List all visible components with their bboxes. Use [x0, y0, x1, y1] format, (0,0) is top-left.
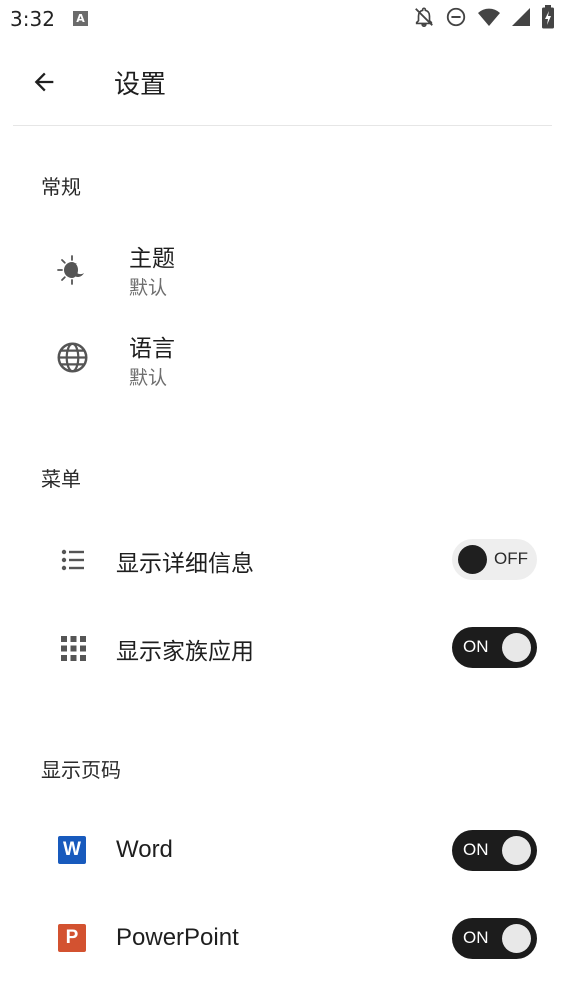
toggle-label: ON [463, 928, 489, 947]
setting-word: W Word ON [0, 820, 565, 880]
setting-theme[interactable]: 主题 默认 [0, 228, 565, 306]
apps-grid-icon [58, 633, 88, 663]
app-bar-divider [13, 125, 552, 126]
toggle-knob [458, 545, 487, 574]
setting-powerpoint: P PowerPoint ON [0, 908, 565, 968]
wifi-icon [477, 6, 501, 32]
word-title: Word [116, 836, 173, 863]
section-header-general: 常规 [41, 175, 81, 199]
language-title: 语言 [129, 336, 175, 362]
notification-a-icon: A [73, 11, 88, 26]
show-details-title: 显示详细信息 [116, 551, 254, 577]
globe-icon [54, 339, 90, 375]
theme-icon [54, 252, 90, 288]
app-bar: 设置 [0, 40, 565, 126]
status-icons [413, 5, 555, 33]
show-family-apps-toggle[interactable]: ON [452, 627, 537, 668]
show-details-toggle[interactable]: OFF [452, 539, 537, 580]
setting-language[interactable]: 语言 默认 [0, 318, 565, 396]
theme-title: 主题 [129, 246, 175, 272]
toggle-label: ON [463, 840, 489, 859]
word-page-number-toggle[interactable]: ON [452, 830, 537, 871]
back-button[interactable] [22, 60, 66, 104]
show-family-apps-title: 显示家族应用 [116, 639, 254, 665]
toggle-label: OFF [494, 549, 528, 568]
status-time: 3:32 [10, 7, 55, 31]
cellular-signal-icon [511, 7, 531, 31]
toggle-knob [502, 836, 531, 865]
battery-charging-icon [541, 5, 555, 33]
notifications-off-icon [413, 6, 435, 32]
powerpoint-icon: P [58, 924, 86, 952]
language-value: 默认 [129, 367, 168, 389]
do-not-disturb-icon [445, 6, 467, 32]
word-icon: W [58, 836, 86, 864]
powerpoint-title: PowerPoint [116, 924, 239, 951]
word-badge: W [58, 836, 86, 864]
setting-show-family-apps: 显示家族应用 ON [0, 618, 565, 678]
status-bar: 3:32 A [0, 0, 565, 40]
section-header-menu: 菜单 [41, 467, 81, 491]
toggle-knob [502, 633, 531, 662]
arrow-back-icon [34, 72, 54, 92]
powerpoint-badge: P [58, 924, 86, 952]
theme-value: 默认 [129, 277, 168, 299]
toggle-knob [502, 924, 531, 953]
powerpoint-page-number-toggle[interactable]: ON [452, 918, 537, 959]
toggle-label: ON [463, 637, 489, 656]
list-icon [58, 545, 88, 575]
setting-show-details: 显示详细信息 OFF [0, 530, 565, 590]
page-title: 设置 [114, 70, 167, 100]
section-header-page-numbers: 显示页码 [41, 758, 121, 782]
